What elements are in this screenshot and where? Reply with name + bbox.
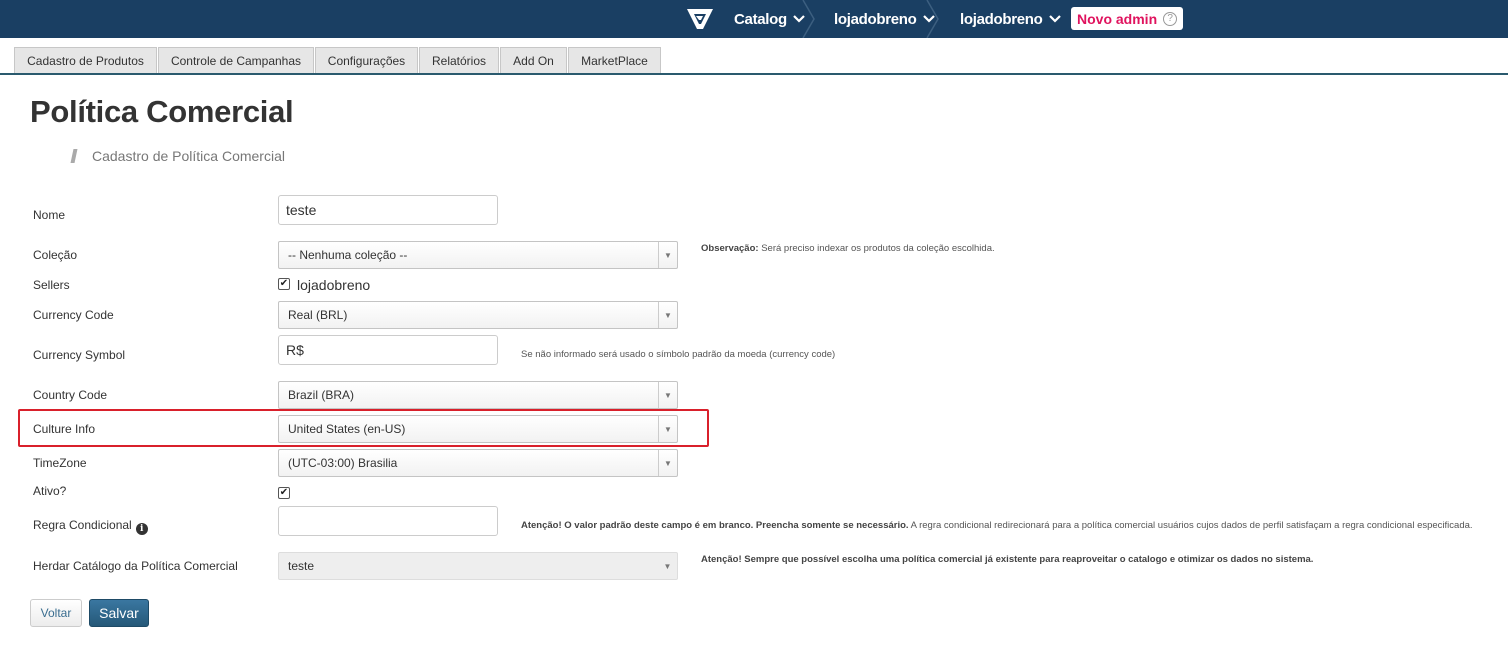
regra-condicional-label-text: Regra Condicional xyxy=(33,518,132,532)
page-subtitle: Cadastro de Política Comercial xyxy=(92,148,285,164)
sellers-label: Sellers xyxy=(33,278,70,292)
ativo-label: Ativo? xyxy=(33,484,67,498)
breadcrumb-account[interactable]: lojadobreno xyxy=(834,0,935,38)
tab-add-on[interactable]: Add On xyxy=(500,47,567,73)
tab-relatorios[interactable]: Relatórios xyxy=(419,47,499,73)
question-circle-icon[interactable]: ? xyxy=(1163,11,1178,26)
breadcrumb-label: lojadobreno xyxy=(834,10,917,28)
dropdown-arrow-icon: ▼ xyxy=(663,561,672,571)
breadcrumb-separator xyxy=(926,0,939,38)
breadcrumb-label: lojadobreno xyxy=(960,10,1043,28)
page-title: Política Comercial xyxy=(30,94,294,129)
top-navigation-bar: Catalog lojadobreno lojadobreno Novo adm… xyxy=(0,0,1508,38)
culture-info-select[interactable]: United States (en-US) ▼ xyxy=(278,415,678,443)
breadcrumb-catalog[interactable]: Catalog xyxy=(734,0,805,38)
culture-info-selected: United States (en-US) xyxy=(288,422,406,436)
timezone-label: TimeZone xyxy=(33,456,87,470)
tab-controle-de-campanhas[interactable]: Controle de Campanhas xyxy=(158,47,314,73)
currency-symbol-note: Se não informado será usado o símbolo pa… xyxy=(521,349,836,360)
vtex-logo-icon[interactable] xyxy=(686,6,714,32)
colecao-note-text: Será preciso indexar os produtos da cole… xyxy=(758,243,995,254)
country-code-selected: Brazil (BRA) xyxy=(288,388,355,402)
tab-cadastro-de-produtos[interactable]: Cadastro de Produtos xyxy=(14,47,157,73)
subtitle-divider xyxy=(70,149,78,163)
regra-condicional-note-bold: Atenção! O valor padrão deste campo é em… xyxy=(521,520,909,531)
nome-label: Nome xyxy=(33,208,66,222)
breadcrumb-store[interactable]: lojadobreno xyxy=(960,0,1061,38)
country-code-select[interactable]: Brazil (BRA) ▼ xyxy=(278,381,678,409)
country-code-label: Country Code xyxy=(33,388,108,402)
herdar-catalogo-select[interactable]: teste ▼ xyxy=(278,552,678,580)
culture-info-label: Culture Info xyxy=(33,422,96,436)
colecao-select[interactable]: -- Nenhuma coleção -- ▼ xyxy=(278,241,678,269)
main-menu-tabs: Cadastro de Produtos Controle de Campanh… xyxy=(0,38,1508,75)
novo-admin-label: Novo admin xyxy=(1077,10,1158,27)
colecao-note-bold: Observação: xyxy=(701,243,759,254)
regra-condicional-note-text: A regra condicional redirecionará para a… xyxy=(908,520,1473,531)
ativo-checkbox[interactable]: ✔ xyxy=(278,487,290,499)
colecao-label: Coleção xyxy=(33,248,78,262)
regra-condicional-note: Atenção! O valor padrão deste campo é em… xyxy=(521,520,1491,531)
seller-lojadobreno-checkbox[interactable]: ✔ xyxy=(278,278,290,290)
nome-input[interactable] xyxy=(278,195,498,225)
dropdown-arrow-icon: ▼ xyxy=(658,416,677,442)
dropdown-arrow-icon: ▼ xyxy=(658,242,677,268)
tab-configuracoes[interactable]: Configurações xyxy=(315,47,418,73)
seller-option-label: lojadobreno xyxy=(297,277,371,293)
currency-code-selected: Real (BRL) xyxy=(288,308,348,322)
dropdown-arrow-icon: ▼ xyxy=(658,450,677,476)
info-circle-icon[interactable]: i xyxy=(135,523,148,535)
herdar-catalogo-note-bold: Atenção! Sempre que possível escolha uma… xyxy=(701,554,1314,565)
chevron-down-icon xyxy=(1048,12,1061,26)
colecao-note: Observação: Será preciso indexar os prod… xyxy=(701,243,995,254)
breadcrumb-separator xyxy=(802,0,815,38)
tab-marketplace[interactable]: MarketPlace xyxy=(568,47,661,73)
regra-condicional-label: Regra Condicional i xyxy=(33,518,148,535)
timezone-selected: (UTC-03:00) Brasilia xyxy=(288,456,398,470)
herdar-catalogo-note: Atenção! Sempre que possível escolha uma… xyxy=(701,554,1313,565)
currency-code-label: Currency Code xyxy=(33,308,114,322)
breadcrumb-label: Catalog xyxy=(734,10,787,28)
timezone-select[interactable]: (UTC-03:00) Brasilia ▼ xyxy=(278,449,678,477)
regra-condicional-input[interactable] xyxy=(278,506,498,536)
currency-symbol-label: Currency Symbol xyxy=(33,348,126,362)
dropdown-arrow-icon: ▼ xyxy=(658,302,677,328)
herdar-catalogo-selected: teste xyxy=(288,559,315,573)
dropdown-arrow-icon: ▼ xyxy=(658,382,677,408)
colecao-selected: -- Nenhuma coleção -- xyxy=(288,248,408,262)
novo-admin-button[interactable]: Novo admin ? xyxy=(1071,7,1183,30)
herdar-catalogo-label: Herdar Catálogo da Política Comercial xyxy=(33,559,238,573)
currency-code-select[interactable]: Real (BRL) ▼ xyxy=(278,301,678,329)
salvar-button[interactable]: Salvar xyxy=(89,599,149,627)
voltar-button[interactable]: Voltar xyxy=(30,599,82,627)
currency-symbol-input[interactable] xyxy=(278,335,498,365)
